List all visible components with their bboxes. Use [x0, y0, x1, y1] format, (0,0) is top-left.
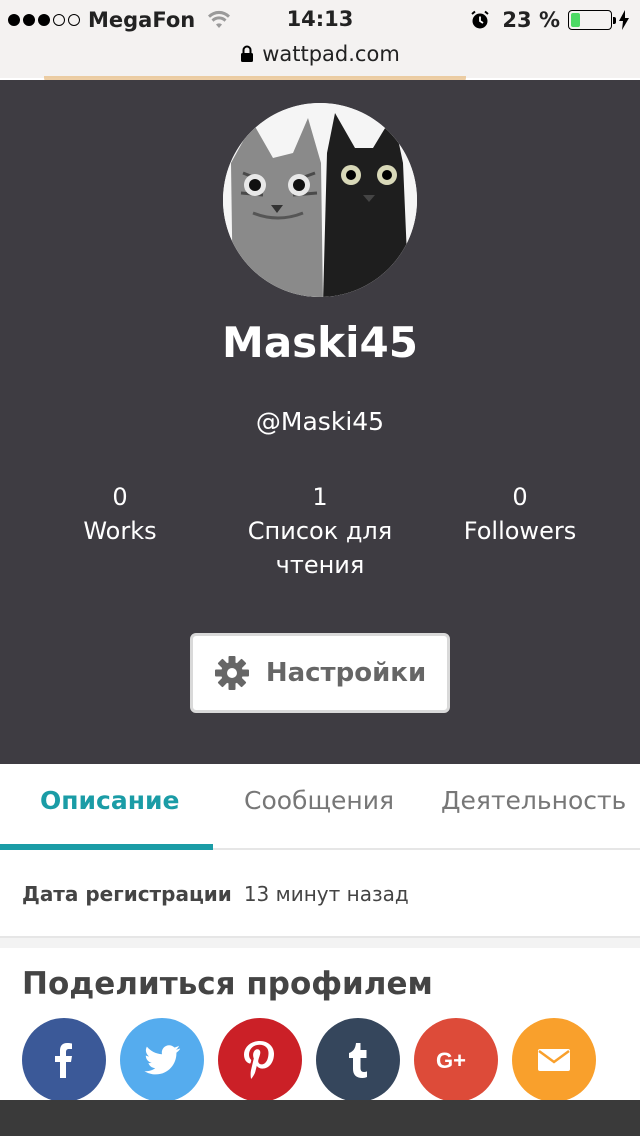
pinterest-icon — [244, 1041, 274, 1079]
charging-icon — [619, 10, 629, 30]
battery-percent: 23 % — [502, 8, 560, 32]
google-plus-share-button[interactable]: G+ — [414, 1018, 498, 1102]
share-profile-section: Поделиться профилем G+ — [0, 948, 640, 1102]
tab-activity[interactable]: Деятельность — [441, 786, 626, 815]
twitter-share-button[interactable] — [120, 1018, 204, 1102]
email-icon — [538, 1049, 570, 1071]
tumblr-icon — [349, 1043, 367, 1078]
share-buttons: G+ — [22, 1018, 596, 1102]
stat-value: 1 — [312, 483, 328, 511]
settings-button[interactable]: Настройки — [190, 633, 450, 713]
tumblr-share-button[interactable] — [316, 1018, 400, 1102]
profile-header: Maski45 @Maski45 0 Works 1 Список для чт… — [0, 80, 640, 764]
address-bar[interactable]: wattpad.com — [0, 40, 640, 78]
registration-label: Дата регистрации — [22, 882, 232, 906]
pinterest-share-button[interactable] — [218, 1018, 302, 1102]
url-text: wattpad.com — [262, 42, 400, 66]
bottom-toolbar — [0, 1100, 640, 1136]
registration-value: 13 минут назад — [243, 882, 409, 906]
status-right: 23 % — [470, 8, 630, 32]
registration-row: Дата регистрации 13 минут назад — [0, 852, 640, 938]
avatar-image — [223, 103, 417, 297]
twitter-icon — [144, 1045, 181, 1075]
stat-label: Works — [83, 517, 157, 545]
alarm-icon — [471, 10, 490, 29]
share-title: Поделиться профилем — [22, 966, 433, 1002]
gear-icon — [214, 656, 249, 690]
section-divider — [0, 938, 640, 948]
active-tab-indicator — [0, 844, 213, 850]
stat-reading-lists[interactable]: 1 Список для чтения — [220, 480, 420, 582]
avatar[interactable] — [223, 103, 417, 297]
stat-label: Список для чтения — [247, 517, 393, 579]
stat-value: 0 — [512, 483, 528, 511]
svg-text:G+: G+ — [436, 1048, 466, 1073]
lock-icon — [241, 45, 254, 62]
google-plus-icon: G+ — [436, 1048, 466, 1073]
profile-tabs: Описание Сообщения Деятельность — [0, 764, 640, 850]
battery-level — [571, 13, 580, 27]
facebook-share-button[interactable] — [22, 1018, 106, 1102]
profile-display-name: Maski45 — [222, 318, 418, 367]
battery-icon — [568, 10, 616, 30]
stat-works[interactable]: 0 Works — [20, 480, 220, 548]
stat-value: 0 — [112, 483, 128, 511]
settings-label: Настройки — [265, 658, 427, 688]
profile-handle: @Maski45 — [255, 407, 385, 436]
email-share-button[interactable] — [512, 1018, 596, 1102]
tab-messages[interactable]: Сообщения — [244, 786, 394, 815]
tab-description[interactable]: Описание — [40, 786, 179, 815]
stat-followers[interactable]: 0 Followers — [420, 480, 620, 548]
facebook-icon — [55, 1043, 72, 1078]
status-bar: MegaFon 14:13 23 % — [0, 0, 640, 40]
stat-label: Followers — [463, 517, 577, 545]
